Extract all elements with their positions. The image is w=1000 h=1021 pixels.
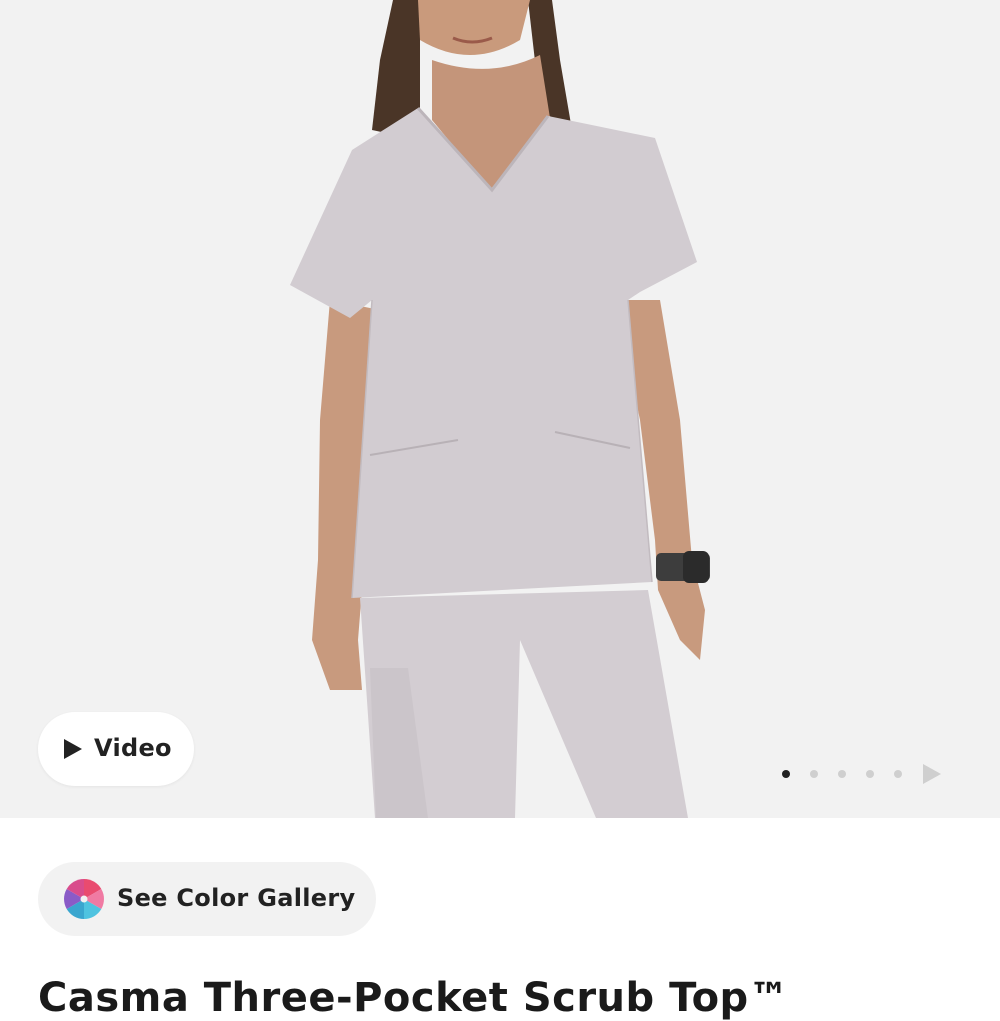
color-wheel-icon [64,879,104,919]
product-photo [290,0,710,818]
play-icon [64,739,82,759]
next-slide-arrow-icon[interactable] [921,762,943,786]
carousel-pagination [776,760,946,788]
carousel-dot-2[interactable] [810,770,818,778]
carousel-dot-3[interactable] [838,770,846,778]
video-button-label: Video [94,734,172,762]
carousel-dot-1[interactable] [782,770,790,778]
product-title: Casma Three-Pocket Scrub Top™ [38,975,790,1021]
see-color-gallery-label: See Color Gallery [117,884,356,912]
video-button[interactable]: Video [38,712,194,786]
carousel-dot-5[interactable] [894,770,902,778]
see-color-gallery-button[interactable]: See Color Gallery [38,862,376,936]
carousel-dot-4[interactable] [866,770,874,778]
product-image-carousel[interactable]: Video [0,0,1000,818]
